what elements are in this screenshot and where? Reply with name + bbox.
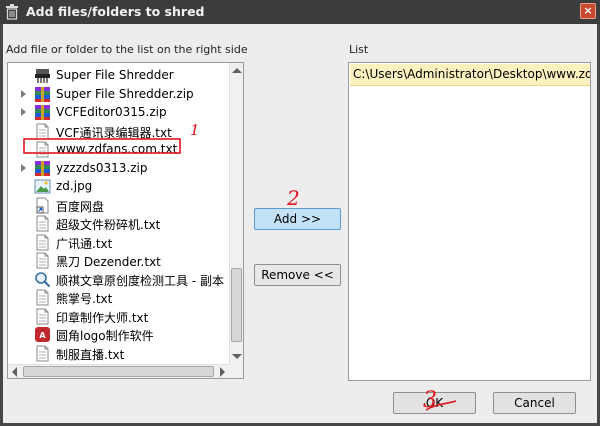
tree-item-label: 圆角logo制作软件 — [56, 329, 154, 343]
tree-item[interactable]: 广讯通.txt — [8, 233, 230, 252]
text-file-icon — [36, 141, 49, 158]
remove-button[interactable]: Remove << — [254, 264, 341, 286]
shred-list-label: List — [349, 43, 369, 56]
title-bar[interactable]: Add files/folders to shred × — [0, 0, 600, 24]
tree-item[interactable]: Super File Shredder.zip — [8, 85, 230, 104]
tree-item[interactable]: A 圆角logo制作软件 — [8, 325, 230, 344]
tree-item-label: 超级文件粉碎机.txt — [56, 218, 161, 232]
image-file-icon — [34, 179, 51, 194]
expand-arrow-icon[interactable] — [21, 108, 26, 116]
tree-item-label: Super File Shredder — [56, 68, 174, 82]
tree-item-label: 黑刀 Dezender.txt — [56, 255, 161, 269]
add-button[interactable]: Add >> — [254, 208, 341, 230]
text-file-icon — [36, 215, 49, 232]
text-file-icon — [36, 289, 49, 306]
tree-item-label: yzzzds0313.zip — [56, 160, 148, 175]
dialog-window: Add files/folders to shred × Add file or… — [0, 0, 600, 426]
svg-text:A: A — [39, 331, 46, 340]
tree-item[interactable]: www.zdfans.com.txt — [8, 140, 230, 159]
text-file-icon — [36, 123, 49, 139]
tree-item-label: VCFEditor0315.zip — [56, 105, 167, 119]
ok-button[interactable]: OK — [393, 392, 476, 414]
tree-item[interactable]: zd.jpg — [8, 177, 230, 196]
tree-vertical-scrollbar[interactable] — [229, 63, 243, 364]
trash-bin-icon — [6, 4, 18, 20]
tree-item[interactable]: VCFEditor0315.zip — [8, 103, 230, 122]
tree-item-label: zd.jpg — [56, 179, 93, 193]
window-title: Add files/folders to shred — [26, 4, 205, 19]
shredder-app-icon — [35, 69, 50, 83]
winrar-archive-icon — [35, 160, 50, 176]
text-file-icon — [36, 308, 49, 324]
source-tree-label: Add file or folder to the list on the ri… — [6, 43, 248, 56]
tree-item[interactable]: yzzzds0313.zip — [8, 159, 230, 178]
shortcut-file-icon — [36, 197, 49, 213]
tree-item-label: Super File Shredder.zip — [56, 86, 194, 101]
tree-item[interactable]: 超级文件粉碎机.txt — [8, 214, 230, 233]
close-icon: × — [583, 4, 593, 17]
scroll-left-arrow-icon[interactable] — [12, 367, 17, 377]
list-item[interactable]: C:\Users\Administrator\Desktop\www.zdfan… — [350, 64, 590, 86]
scroll-down-arrow-icon[interactable] — [232, 354, 242, 359]
shred-list-box[interactable]: C:\Users\Administrator\Desktop\www.zdfan… — [348, 62, 591, 381]
source-tree-view[interactable]: Super File Shredder Super File Shredder.z… — [7, 62, 244, 379]
scroll-right-arrow-icon[interactable] — [220, 367, 225, 377]
tree-item[interactable]: VCF通讯录编辑器.txt — [8, 122, 230, 141]
vertical-scroll-thumb[interactable] — [231, 268, 242, 342]
logo-app-icon: A — [35, 327, 50, 342]
tree-item[interactable]: Super File Shredder — [8, 66, 230, 85]
tree-item-label: 百度网盘 — [56, 199, 105, 214]
tree-horizontal-scrollbar[interactable] — [8, 364, 229, 378]
tree-item[interactable]: 百度网盘 — [8, 196, 230, 215]
scroll-up-arrow-icon[interactable] — [232, 68, 242, 73]
tree-item-label: 印章制作大师.txt — [56, 310, 149, 325]
tree-item[interactable]: 制服直播.txt — [8, 344, 230, 363]
close-button[interactable]: × — [580, 3, 596, 19]
winrar-archive-icon — [35, 105, 50, 120]
search-tool-icon — [35, 271, 51, 287]
scrollbar-corner — [229, 364, 243, 378]
expand-arrow-icon[interactable] — [21, 89, 26, 98]
text-file-icon — [36, 252, 49, 269]
winrar-archive-icon — [35, 86, 50, 102]
cancel-button[interactable]: Cancel — [493, 392, 576, 414]
tree-item-label: www.zdfans.com.txt — [56, 142, 178, 156]
text-file-icon — [36, 234, 49, 250]
tree-item-label: 顺祺文章原创度检测工具 - 副本 — [56, 273, 224, 288]
expand-arrow-icon[interactable] — [21, 163, 26, 172]
tree-item-label: 制服直播.txt — [56, 347, 125, 362]
tree-item[interactable]: 熊掌号.txt — [8, 288, 230, 307]
tree-item-label: 熊掌号.txt — [56, 292, 113, 306]
tree-item-label: VCF通讯录编辑器.txt — [56, 125, 172, 140]
text-file-icon — [36, 345, 49, 361]
tree-item[interactable]: 印章制作大师.txt — [8, 307, 230, 326]
tree-item-label: 广讯通.txt — [56, 236, 113, 251]
horizontal-scroll-thumb[interactable] — [23, 366, 214, 377]
tree-item[interactable]: 顺祺文章原创度检测工具 - 副本 — [8, 270, 230, 289]
tree-item[interactable]: 黑刀 Dezender.txt — [8, 251, 230, 270]
